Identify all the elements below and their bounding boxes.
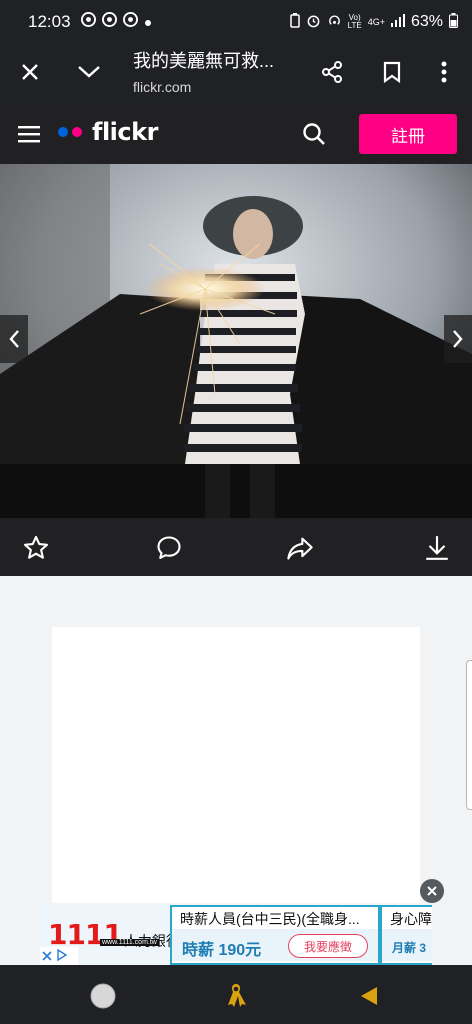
ad-job-title: 身心障 bbox=[390, 911, 432, 927]
adchoices[interactable] bbox=[40, 947, 78, 965]
close-ad-button[interactable] bbox=[420, 879, 444, 903]
chrome-icon bbox=[122, 12, 138, 32]
share-arrow-icon[interactable] bbox=[284, 532, 316, 564]
chrome-icon bbox=[80, 12, 96, 32]
next-photo-button[interactable] bbox=[444, 315, 472, 363]
back-triangle-icon[interactable] bbox=[354, 981, 384, 1011]
ribbon-icon[interactable] bbox=[221, 979, 251, 1011]
alarm-icon bbox=[306, 13, 321, 32]
page-title: 我的美麗無可救... bbox=[133, 51, 275, 71]
status-time: 12:03 bbox=[28, 12, 71, 31]
battery-icon bbox=[449, 12, 458, 32]
status-bar: 12:03 Vo) LTE 4G+ 63% bbox=[0, 0, 472, 44]
battery-percent: 63% bbox=[410, 13, 443, 30]
site-header: flickr 註冊 bbox=[0, 104, 472, 164]
banner-ad[interactable]: 1111 人力銀行 www.1111.com.tw 時薪人員(台中三民)(全職身… bbox=[40, 903, 432, 965]
signal-icon bbox=[390, 13, 405, 31]
comment-icon[interactable] bbox=[153, 532, 185, 564]
side-scroll-handle[interactable] bbox=[466, 660, 472, 810]
apply-button[interactable]: 我要應徵 bbox=[288, 934, 368, 958]
bookmark-icon[interactable] bbox=[376, 56, 408, 88]
ad-placeholder bbox=[52, 627, 420, 905]
page-url: flickr.com bbox=[133, 79, 192, 95]
chevron-left-icon bbox=[9, 330, 19, 348]
hotspot-icon bbox=[327, 13, 342, 32]
photo-image bbox=[0, 164, 472, 518]
system-nav-bar bbox=[0, 965, 472, 1024]
logo-pink-dot bbox=[72, 127, 82, 137]
share-icon[interactable] bbox=[316, 56, 348, 88]
network-type-label: 4G+ bbox=[367, 17, 385, 27]
ad-brand: 1111 人力銀行 www.1111.com.tw bbox=[48, 921, 180, 950]
home-circle-icon[interactable] bbox=[88, 981, 118, 1011]
chevron-down-icon[interactable] bbox=[72, 56, 106, 88]
chrome-icon bbox=[101, 12, 117, 32]
adchoices-icon[interactable] bbox=[56, 948, 68, 965]
hamburger-menu-icon[interactable] bbox=[14, 120, 44, 148]
more-vert-icon[interactable] bbox=[428, 56, 460, 88]
main-photo[interactable] bbox=[0, 164, 472, 518]
ad-job-title: 時薪人員(台中三民)(全職身... bbox=[180, 911, 360, 927]
signup-button[interactable]: 註冊 bbox=[359, 114, 457, 154]
close-icon[interactable] bbox=[14, 56, 46, 88]
ad-close-x-icon[interactable] bbox=[42, 949, 52, 964]
ad-job-pay: 時薪 190元 bbox=[182, 942, 262, 959]
ad-job-pay: 月薪 3 bbox=[392, 941, 427, 955]
photo-actions-bar bbox=[0, 518, 472, 576]
search-icon[interactable] bbox=[298, 118, 330, 150]
browser-toolbar: 我的美麗無可救... flickr.com bbox=[0, 44, 472, 104]
download-icon[interactable] bbox=[421, 532, 453, 564]
close-icon bbox=[427, 886, 437, 896]
battery-saver-icon bbox=[289, 12, 300, 32]
volte-label: Vo) LTE bbox=[347, 13, 362, 30]
chevron-right-icon bbox=[453, 330, 463, 348]
flickr-logo[interactable]: flickr bbox=[58, 118, 158, 146]
logo-text: flickr bbox=[92, 118, 158, 146]
ad-job-card[interactable]: 時薪人員(台中三民)(全職身... 時薪 190元 我要應徵 bbox=[170, 905, 380, 965]
ad-job-card[interactable]: 身心障 月薪 3 bbox=[380, 905, 432, 965]
favorite-star-icon[interactable] bbox=[20, 532, 52, 564]
notification-dot-icon bbox=[144, 12, 152, 32]
logo-blue-dot bbox=[58, 127, 68, 137]
previous-photo-button[interactable] bbox=[0, 315, 28, 363]
ad-brand-site: www.1111.com.tw bbox=[100, 939, 159, 946]
